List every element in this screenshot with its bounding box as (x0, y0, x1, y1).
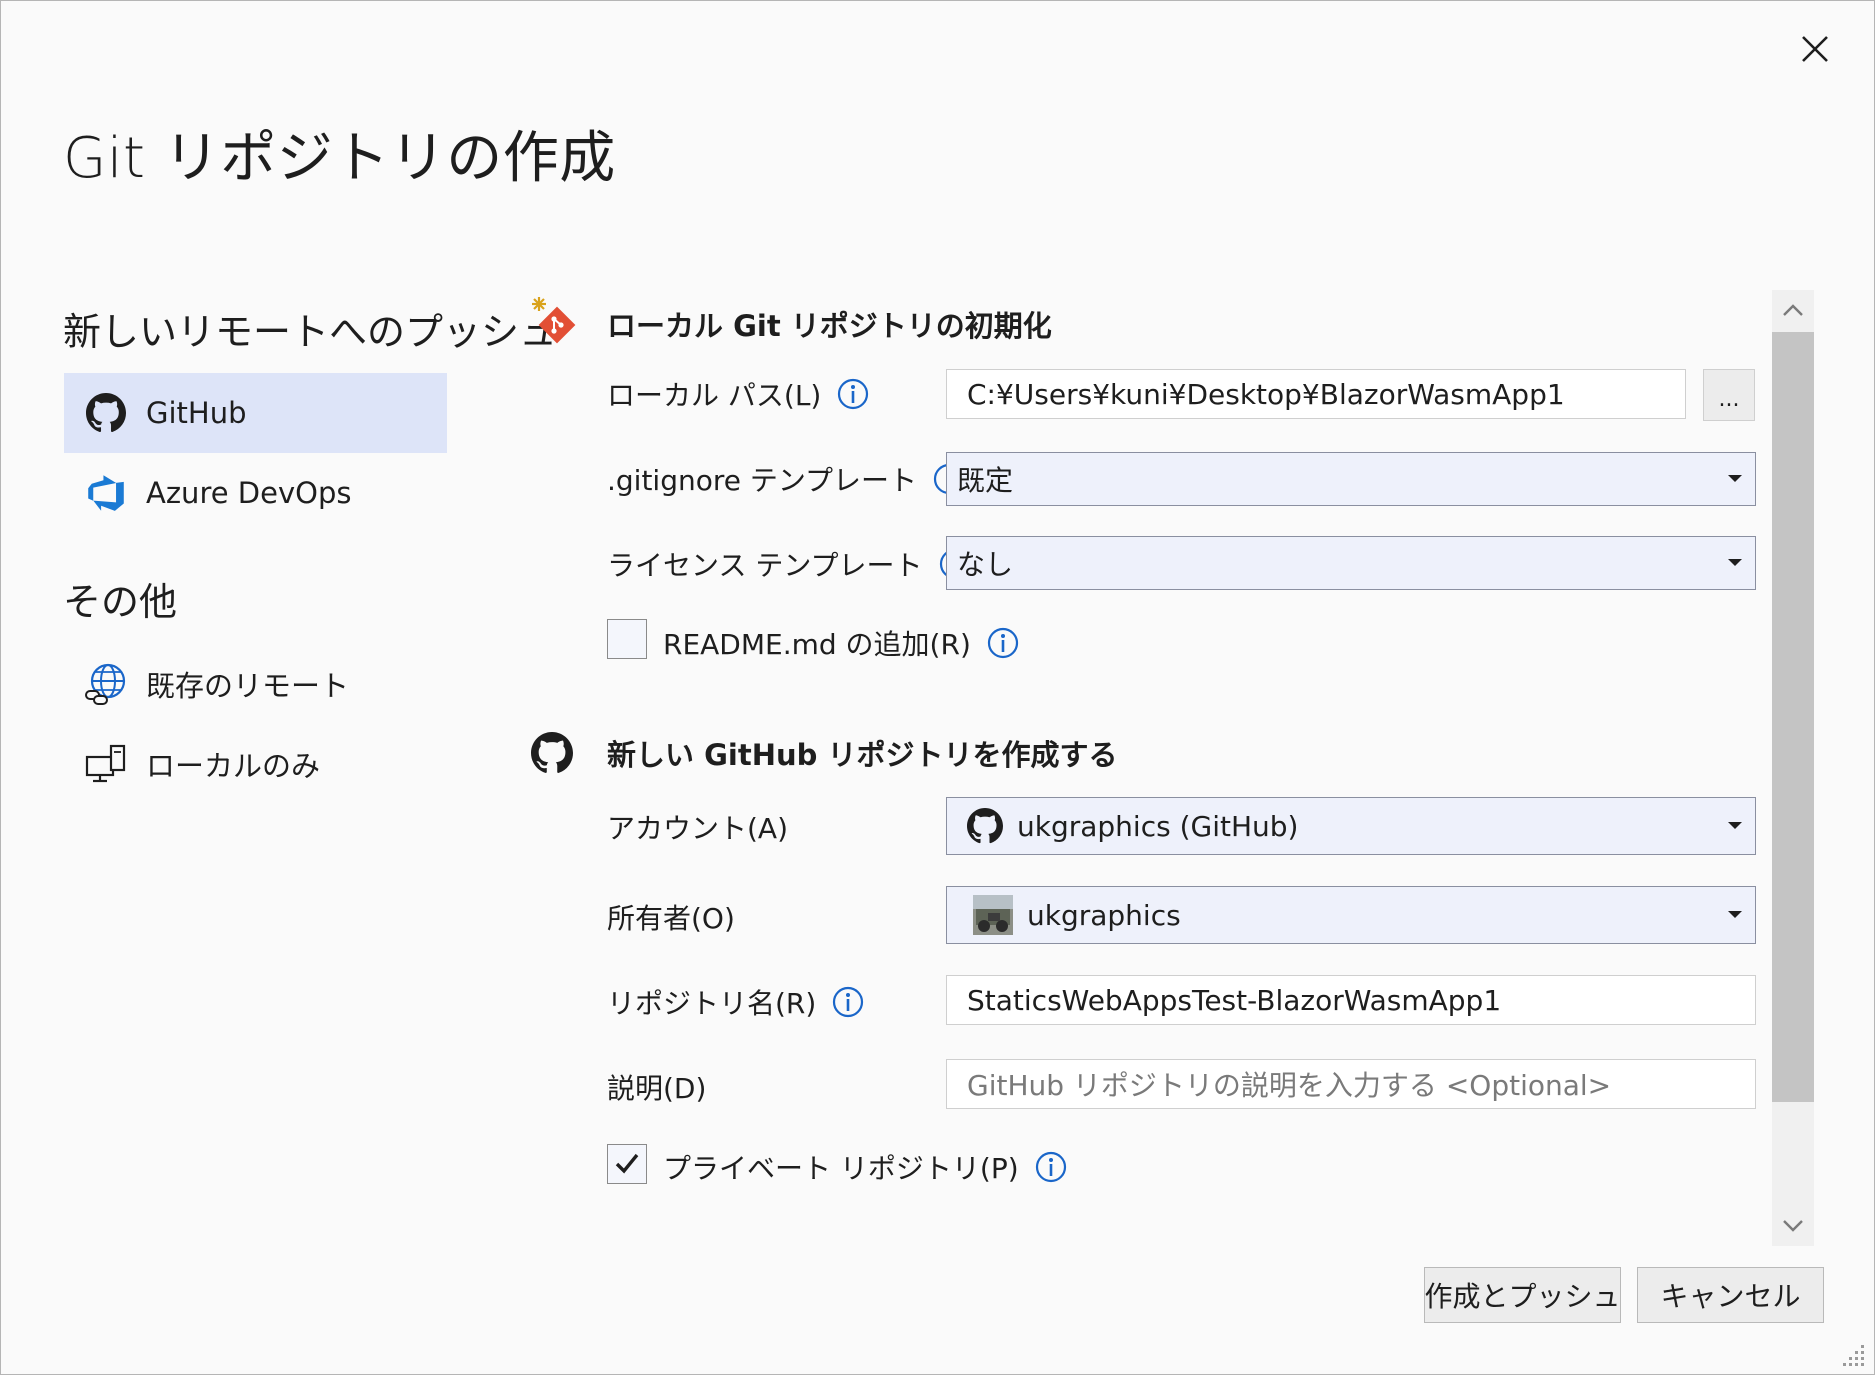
owner-select[interactable]: ukgraphics (946, 886, 1756, 944)
checkmark-icon (615, 1153, 639, 1174)
other-heading: その他 (63, 580, 178, 624)
readme-label-text: README.md の追加(R) (663, 628, 971, 661)
gitignore-label: .gitignore テンプレート (607, 459, 965, 499)
azure-devops-icon (84, 471, 128, 515)
chevron-down-icon (1715, 910, 1755, 920)
chevron-down-icon (1715, 821, 1755, 831)
sidebar-item-github[interactable]: GitHub (64, 373, 447, 453)
readme-checkbox[interactable] (607, 619, 647, 659)
github-icon (528, 729, 576, 777)
push-remote-heading: 新しいリモートへのプッシュ (63, 310, 558, 354)
description-label: 説明(D) (607, 1072, 707, 1105)
sidebar-item-label: ローカルのみ (146, 749, 321, 783)
chevron-up-icon (1783, 304, 1803, 316)
owner-value-text: ukgraphics (1027, 898, 1181, 932)
github-icon (84, 391, 128, 435)
description-input[interactable]: GitHub リポジトリの説明を入力する <Optional> (946, 1059, 1756, 1109)
dialog-title: Git リポジトリの作成 (63, 126, 616, 191)
vertical-scrollbar[interactable] (1772, 290, 1814, 1246)
avatar (973, 895, 1013, 935)
license-value: なし (957, 548, 1014, 581)
local-path-label-text: ローカル パス(L) (607, 379, 822, 412)
cancel-button[interactable]: キャンセル (1637, 1267, 1824, 1323)
chevron-down-icon (1783, 1220, 1803, 1232)
license-label: ライセンス テンプレート (607, 544, 971, 584)
account-value: ukgraphics (GitHub) (947, 808, 1715, 844)
repo-name-input[interactable]: StaticsWebAppsTest-BlazorWasmApp1 (946, 975, 1756, 1025)
local-repo-title: ローカル Git リポジトリの初期化 (607, 309, 1052, 343)
repo-name-label-text: リポジトリ名(R) (607, 987, 817, 1020)
git-create-repo-dialog: Git リポジトリの作成 新しいリモートへのプッシュ GitHub Azure … (0, 0, 1875, 1375)
gitignore-template-select[interactable]: 既定 (946, 452, 1756, 506)
github-repo-title: 新しい GitHub リポジトリを作成する (607, 738, 1118, 772)
local-computer-icon (84, 742, 128, 786)
chevron-down-icon (1715, 558, 1755, 568)
info-icon[interactable] (1035, 1151, 1067, 1183)
info-icon[interactable] (832, 986, 864, 1018)
account-value-text: ukgraphics (GitHub) (1017, 809, 1299, 843)
sidebar-item-label: 既存のリモート (146, 669, 350, 703)
private-repo-checkbox[interactable] (607, 1144, 647, 1184)
owner-value: ukgraphics (947, 895, 1715, 935)
private-repo-label-text: プライベート リポジトリ(P) (663, 1152, 1019, 1185)
resize-grip-icon[interactable] (1840, 1340, 1866, 1366)
sidebar-item-label: Azure DevOps (146, 476, 352, 510)
scrollbar-thumb[interactable] (1772, 332, 1814, 1102)
sidebar-item-local-only[interactable]: ローカルのみ (64, 724, 447, 804)
globe-link-icon (84, 662, 128, 706)
git-init-icon (527, 295, 579, 347)
account-select[interactable]: ukgraphics (GitHub) (946, 797, 1756, 855)
account-label: アカウント(A) (607, 812, 789, 845)
info-icon[interactable] (987, 627, 1019, 659)
repo-name-label: リポジトリ名(R) (607, 982, 864, 1022)
sidebar-item-label: GitHub (146, 396, 247, 430)
github-icon (967, 808, 1003, 844)
private-repo-label: プライベート リポジトリ(P) (663, 1147, 1067, 1187)
scroll-up-button[interactable] (1772, 290, 1814, 330)
close-button[interactable] (1795, 29, 1835, 69)
description-placeholder: GitHub リポジトリの説明を入力する <Optional> (967, 1069, 1612, 1102)
license-template-select[interactable]: なし (946, 536, 1756, 590)
local-path-input[interactable]: C:¥Users¥kuni¥Desktop¥BlazorWasmApp1 (946, 369, 1686, 419)
browse-button[interactable]: ... (1703, 369, 1755, 421)
close-icon (1802, 36, 1828, 62)
owner-label: 所有者(O) (607, 902, 735, 935)
gitignore-value: 既定 (957, 464, 1014, 497)
scroll-down-button[interactable] (1772, 1206, 1814, 1246)
sidebar-item-azure-devops[interactable]: Azure DevOps (64, 453, 447, 533)
gitignore-label-text: .gitignore テンプレート (607, 464, 918, 497)
chevron-down-icon (1715, 474, 1755, 484)
info-icon[interactable] (837, 378, 869, 410)
local-path-label: ローカル パス(L) (607, 374, 869, 414)
license-label-text: ライセンス テンプレート (607, 549, 923, 582)
readme-label: README.md の追加(R) (663, 623, 1019, 663)
create-and-push-button[interactable]: 作成とプッシュ (1424, 1267, 1621, 1323)
sidebar-item-existing-remote[interactable]: 既存のリモート (64, 644, 447, 724)
